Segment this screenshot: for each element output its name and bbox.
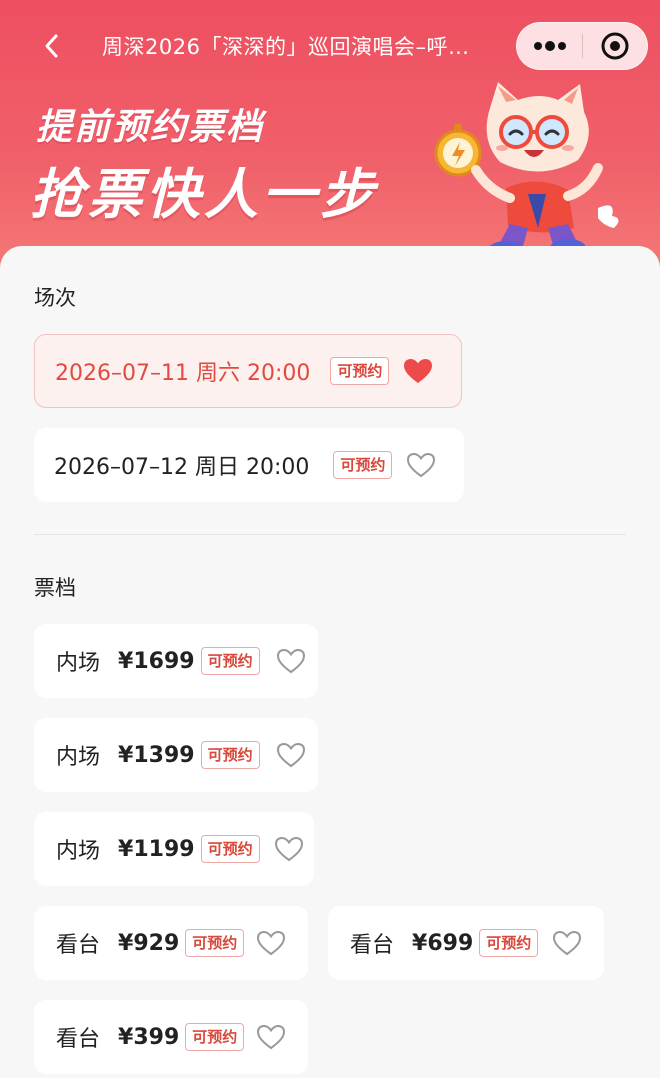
session-option[interactable]: 2026–07–12 周日 20:00 可预约	[34, 428, 464, 502]
heart-outline-icon[interactable]	[404, 450, 438, 480]
heart-filled-icon[interactable]	[401, 356, 435, 386]
status-badge: 可预约	[200, 741, 260, 769]
status-badge: 可预约	[479, 929, 539, 957]
target-close-icon	[601, 32, 629, 60]
heart-outline-icon[interactable]	[274, 740, 308, 770]
tier-type: 看台	[56, 1027, 101, 1052]
tier-option[interactable]: 看台 ¥929 可预约	[34, 906, 308, 980]
tier-price: ¥699	[412, 930, 474, 956]
status-badge: 可预约	[185, 1023, 245, 1051]
tier-price: ¥929	[118, 930, 180, 956]
status-badge: 可预约	[200, 647, 260, 675]
heart-outline-icon[interactable]	[254, 1022, 288, 1052]
status-badge: 可预约	[200, 835, 260, 863]
tier-type: 内场	[56, 839, 101, 864]
session-option[interactable]: 2026–07–11 周六 20:00 可预约	[34, 334, 462, 408]
cat-mascot-stopwatch-icon	[434, 82, 619, 264]
session-datetime: 2026–07–12 周日 20:00	[54, 455, 310, 480]
status-badge: 可预约	[185, 929, 245, 957]
heart-outline-icon[interactable]	[550, 928, 584, 958]
more-dots-icon	[533, 41, 566, 51]
tier-price: ¥1399	[118, 742, 195, 768]
heart-outline-icon[interactable]	[272, 834, 306, 864]
more-button[interactable]	[517, 22, 582, 70]
heart-outline-icon[interactable]	[274, 646, 308, 676]
session-datetime: 2026–07–11 周六 20:00	[55, 361, 311, 386]
mini-program-capsule	[516, 22, 648, 70]
tier-price: ¥399	[118, 1024, 180, 1050]
session-section-label: 场次	[34, 286, 76, 310]
page-title: 周深2026「深深的」巡回演唱会–呼…	[102, 35, 470, 59]
tier-option[interactable]: 内场 ¥1699 可预约	[34, 624, 318, 698]
back-button[interactable]	[36, 28, 66, 64]
tier-type: 内场	[56, 651, 101, 676]
tier-price: ¥1199	[118, 836, 195, 862]
tier-type: 看台	[56, 933, 101, 958]
tier-option[interactable]: 看台 ¥399 可预约	[34, 1000, 308, 1074]
hero-slogan-line2: 抢票快人一步	[30, 163, 378, 226]
tier-type: 内场	[56, 745, 101, 770]
chevron-left-icon	[45, 34, 58, 58]
section-divider	[34, 534, 626, 535]
heart-outline-icon[interactable]	[254, 928, 288, 958]
tier-option[interactable]: 内场 ¥1399 可预约	[34, 718, 318, 792]
tier-option[interactable]: 内场 ¥1199 可预约	[34, 812, 314, 886]
tier-type: 看台	[350, 933, 395, 958]
close-button[interactable]	[583, 22, 647, 70]
status-badge: 可预约	[330, 357, 390, 385]
tier-option[interactable]: 看台 ¥699 可预约	[328, 906, 604, 980]
tier-price: ¥1699	[118, 648, 195, 674]
hero-slogan-line1: 提前预约票档	[36, 107, 265, 148]
status-badge: 可预约	[333, 451, 393, 479]
tier-section-label: 票档	[34, 576, 76, 600]
